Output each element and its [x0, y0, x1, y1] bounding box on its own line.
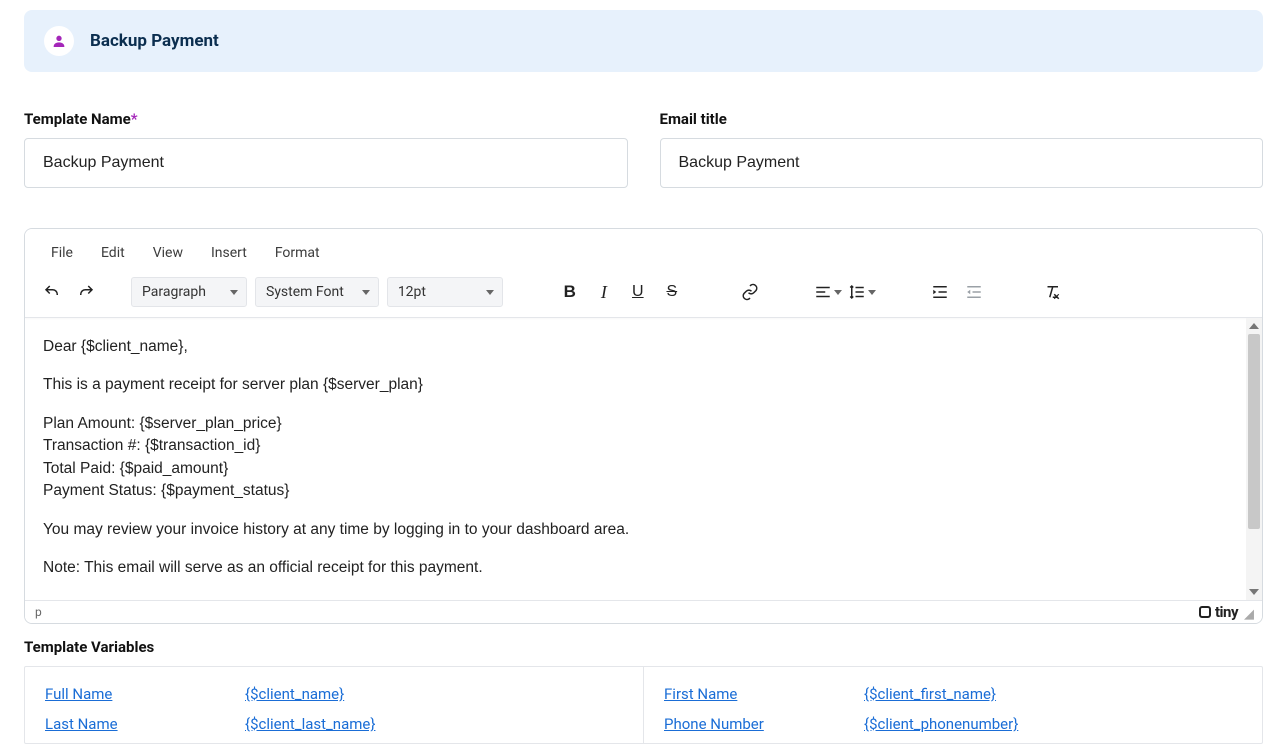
indent-button[interactable]	[925, 277, 955, 307]
element-path[interactable]: p	[35, 605, 42, 619]
rich-text-editor: File Edit View Insert Format Paragraph S…	[24, 228, 1263, 624]
editor-line: Dear {$client_name},	[43, 336, 1244, 358]
editor-line: Transaction #: {$transaction_id}	[43, 435, 1244, 457]
undo-button[interactable]	[37, 277, 67, 307]
editor-scrollbar[interactable]	[1246, 318, 1262, 600]
resize-handle-icon[interactable]: ◢	[1244, 608, 1254, 621]
template-variables-heading: Template Variables	[24, 638, 1263, 656]
table-row: Phone Number {$client_phonenumber}	[664, 709, 1262, 739]
email-title-input[interactable]	[660, 138, 1264, 188]
align-button[interactable]	[813, 277, 843, 307]
underline-button[interactable]: U	[623, 277, 653, 307]
editor-line: Payment Status: {$payment_status}	[43, 480, 1244, 502]
scroll-thumb[interactable]	[1248, 334, 1260, 529]
strikethrough-button[interactable]: S	[657, 277, 687, 307]
editor-line: This is a payment receipt for server pla…	[43, 374, 1244, 396]
table-row: Last Name {$client_last_name}	[45, 709, 643, 739]
table-row: Full Name {$client_name}	[45, 679, 643, 709]
var-token-link[interactable]: {$client_last_name}	[245, 715, 375, 733]
template-name-label: Template Name*	[24, 110, 628, 128]
link-button[interactable]	[735, 277, 765, 307]
menu-file[interactable]: File	[37, 237, 87, 269]
menu-format[interactable]: Format	[261, 237, 334, 269]
outdent-button[interactable]	[959, 277, 989, 307]
font-size-select[interactable]: 12pt	[387, 277, 503, 307]
var-label-link[interactable]: Last Name	[45, 715, 245, 733]
editor-line: Total Paid: {$paid_amount}	[43, 458, 1244, 480]
redo-button[interactable]	[71, 277, 101, 307]
user-icon	[44, 26, 74, 56]
clear-format-button[interactable]	[1037, 277, 1067, 307]
font-family-select[interactable]: System Font	[255, 277, 379, 307]
page-banner: Backup Payment	[24, 10, 1263, 72]
block-format-select[interactable]: Paragraph	[131, 277, 247, 307]
email-title-label: Email title	[660, 110, 1264, 128]
template-variables-table: Full Name {$client_name} Last Name {$cli…	[24, 666, 1263, 744]
var-label-link[interactable]: Full Name	[45, 685, 245, 703]
var-token-link[interactable]: {$client_first_name}	[864, 685, 996, 703]
var-token-link[interactable]: {$client_phonenumber}	[864, 715, 1018, 733]
scroll-down-icon[interactable]	[1246, 584, 1262, 600]
line-height-button[interactable]	[847, 277, 877, 307]
var-label-link[interactable]: Phone Number	[664, 715, 864, 733]
menu-edit[interactable]: Edit	[87, 237, 139, 269]
bold-button[interactable]: B	[555, 277, 585, 307]
editor-content-area[interactable]: Dear {$client_name}, This is a payment r…	[25, 318, 1262, 600]
banner-title: Backup Payment	[90, 31, 219, 51]
scroll-up-icon[interactable]	[1246, 318, 1262, 334]
editor-line: Plan Amount: {$server_plan_price}	[43, 413, 1244, 435]
table-row: First Name {$client_first_name}	[664, 679, 1262, 709]
editor-toolbar: Paragraph System Font 12pt B I U S	[25, 269, 1262, 318]
menu-insert[interactable]: Insert	[197, 237, 261, 269]
var-token-link[interactable]: {$client_name}	[245, 685, 344, 703]
tiny-logo[interactable]: tiny	[1199, 603, 1238, 621]
var-label-link[interactable]: First Name	[664, 685, 864, 703]
menu-view[interactable]: View	[139, 237, 197, 269]
editor-menubar: File Edit View Insert Format	[25, 229, 1262, 269]
italic-button[interactable]: I	[589, 277, 619, 307]
template-name-input[interactable]	[24, 138, 628, 188]
editor-line: You may review your invoice history at a…	[43, 519, 1244, 541]
editor-statusbar: p tiny ◢	[25, 600, 1262, 623]
editor-line: Note: This email will serve as an offici…	[43, 557, 1244, 579]
